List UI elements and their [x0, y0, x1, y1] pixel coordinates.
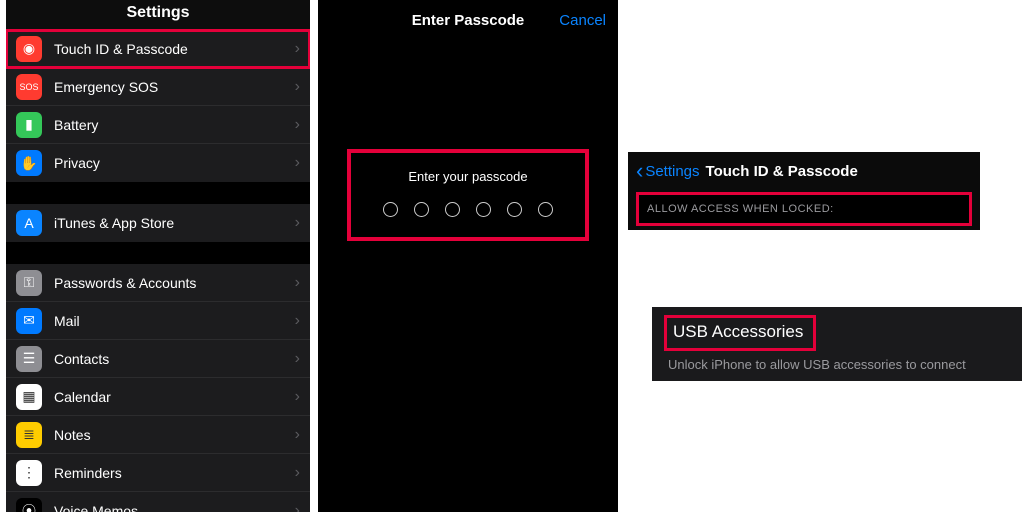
appstore-icon: A: [16, 210, 42, 236]
key-icon: ⚿: [16, 270, 42, 296]
contacts-icon: ☰: [16, 346, 42, 372]
chevron-right-icon: ›: [295, 154, 300, 172]
chevron-right-icon: ›: [295, 350, 300, 368]
settings-row-contacts[interactable]: ☰ Contacts›: [6, 340, 310, 378]
fingerprint-icon: ◉: [16, 36, 42, 62]
settings-row-privacy[interactable]: ✋ Privacy›: [6, 144, 310, 182]
notes-icon: ≣: [16, 422, 42, 448]
chevron-right-icon: ›: [295, 214, 300, 232]
row-label: Emergency SOS: [54, 79, 295, 95]
usb-accessories-note: Unlock iPhone to allow USB accessories t…: [664, 357, 1022, 372]
settings-row-reminders[interactable]: ⋮ Reminders›: [6, 454, 310, 492]
chevron-right-icon: ›: [295, 312, 300, 330]
settings-row-mail[interactable]: ✉ Mail›: [6, 302, 310, 340]
battery-icon: ▮: [16, 112, 42, 138]
usb-accessories-panel: USB Accessories Unlock iPhone to allow U…: [652, 307, 1022, 381]
row-label: Calendar: [54, 389, 295, 405]
row-label: Touch ID & Passcode: [54, 41, 295, 57]
calendar-icon: ▦: [16, 384, 42, 410]
passcode-panel: Enter Passcode Cancel Enter your passcod…: [318, 0, 618, 512]
chevron-right-icon: ›: [295, 388, 300, 406]
passcode-prompt: Enter your passcode: [361, 169, 575, 184]
chevron-right-icon: ›: [295, 426, 300, 444]
passcode-dots[interactable]: [361, 202, 575, 217]
chevron-right-icon: ›: [295, 78, 300, 96]
chevron-right-icon: ›: [295, 116, 300, 134]
page-title: Settings: [6, 0, 310, 30]
row-label: Passwords & Accounts: [54, 275, 295, 291]
passcode-dot: [414, 202, 429, 217]
chevron-right-icon: ›: [295, 502, 300, 512]
chevron-left-icon: ‹: [636, 160, 643, 182]
hand-icon: ✋: [16, 150, 42, 176]
sos-icon: SOS: [16, 74, 42, 100]
passcode-title: Enter Passcode: [412, 12, 525, 29]
cancel-button[interactable]: Cancel: [559, 12, 606, 29]
passcode-dot: [445, 202, 460, 217]
mail-icon: ✉: [16, 308, 42, 334]
row-label: iTunes & App Store: [54, 215, 295, 231]
passcode-dot: [507, 202, 522, 217]
chevron-right-icon: ›: [295, 40, 300, 58]
settings-row-battery[interactable]: ▮ Battery›: [6, 106, 310, 144]
settings-row-passwords[interactable]: ⚿ Passwords & Accounts›: [6, 264, 310, 302]
row-label: Mail: [54, 313, 295, 329]
chevron-right-icon: ›: [295, 464, 300, 482]
section-header-allow-access: ALLOW ACCESS WHEN LOCKED:: [636, 192, 972, 226]
passcode-dot: [383, 202, 398, 217]
back-label: Settings: [645, 163, 699, 180]
settings-row-calendar[interactable]: ▦ Calendar›: [6, 378, 310, 416]
page-title: Touch ID & Passcode: [706, 163, 858, 180]
row-label: Notes: [54, 427, 295, 443]
row-label: Privacy: [54, 155, 295, 171]
passcode-header: Enter Passcode Cancel: [318, 0, 618, 40]
settings-panel: Settings ◉Touch ID & Passcode›SOSEmergen…: [6, 0, 310, 512]
passcode-dot: [538, 202, 553, 217]
settings-row-notes[interactable]: ≣ Notes›: [6, 416, 310, 454]
settings-row-itunes[interactable]: AiTunes & App Store›: [6, 204, 310, 242]
settings-row-sos[interactable]: SOS Emergency SOS›: [6, 68, 310, 106]
back-button[interactable]: ‹ Settings: [636, 160, 700, 182]
nav-bar: ‹ Settings Touch ID & Passcode: [628, 152, 980, 190]
row-label: Voice Memos: [54, 503, 295, 512]
settings-row-voicememos[interactable]: ⦿ Voice Memos›: [6, 492, 310, 512]
settings-row-touchid[interactable]: ◉ Touch ID & Passcode›: [6, 30, 310, 68]
chevron-right-icon: ›: [295, 274, 300, 292]
voicememos-icon: ⦿: [16, 498, 42, 512]
passcode-dot: [476, 202, 491, 217]
usb-accessories-row[interactable]: USB Accessories: [664, 315, 816, 351]
passcode-entry-box: Enter your passcode: [348, 150, 588, 240]
row-label: Battery: [54, 117, 295, 133]
touchid-header-panel: ‹ Settings Touch ID & Passcode ALLOW ACC…: [628, 152, 980, 230]
row-label: Contacts: [54, 351, 295, 367]
row-label: Reminders: [54, 465, 295, 481]
reminders-icon: ⋮: [16, 460, 42, 486]
